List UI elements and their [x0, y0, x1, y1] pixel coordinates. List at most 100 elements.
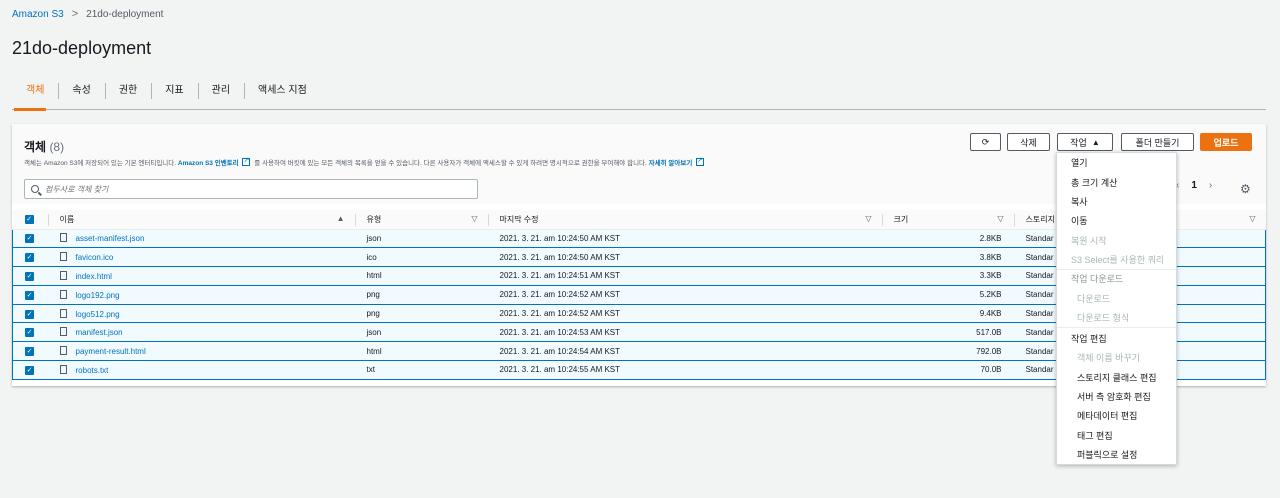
search-input[interactable]	[45, 184, 465, 194]
external-link-icon	[242, 156, 251, 166]
caret-up-icon: ▲	[1091, 137, 1100, 147]
object-link[interactable]: logo192.png	[76, 291, 120, 300]
breadcrumb-amazon-s3[interactable]: Amazon S3	[12, 9, 64, 20]
menu-group-download: 작업 다운로드	[1071, 274, 1124, 284]
menu-item-open[interactable]: 열기	[1071, 156, 1088, 169]
row-checkbox-cell: ✓	[12, 303, 48, 324]
object-link[interactable]: index.html	[76, 272, 112, 281]
breadcrumb-current: 21do-deployment	[86, 8, 164, 20]
tab-access-points[interactable]: 액세스 지점	[244, 80, 321, 102]
menu-group-edit: 작업 편집	[1071, 334, 1107, 344]
modified-cell: 2021. 3. 21. am 10:24:50 AM KST	[487, 247, 882, 268]
search-box	[24, 179, 478, 199]
tab-management[interactable]: 관리	[197, 80, 244, 102]
external-link-icon	[696, 156, 705, 166]
object-link[interactable]: logo512.png	[76, 310, 120, 319]
sort-icon[interactable]: ▽	[1249, 214, 1255, 223]
row-checkbox[interactable]: ✓	[25, 234, 34, 244]
search-icon	[31, 185, 39, 193]
row-checkbox[interactable]: ✓	[25, 253, 34, 263]
name-cell: robots.txt	[47, 360, 355, 380]
column-last-modified[interactable]: 마지막 수정 ▽	[487, 210, 882, 230]
row-checkbox[interactable]: ✓	[25, 347, 34, 357]
object-link[interactable]: asset-manifest.json	[76, 234, 145, 243]
file-icon	[59, 289, 67, 299]
type-cell: html	[354, 266, 488, 286]
name-cell: payment-result.html	[47, 341, 355, 362]
type-cell: png	[354, 303, 488, 324]
menu-item-calc-size[interactable]: 총 크기 계산	[1071, 176, 1117, 189]
actions-button-label: 작업	[1070, 137, 1087, 148]
size-cell: 2.8KB	[881, 228, 1014, 249]
tab-properties[interactable]: 속성	[58, 80, 104, 102]
tab-metrics[interactable]: 지표	[151, 80, 197, 102]
sort-icon[interactable]: ▽	[471, 214, 477, 223]
gear-icon[interactable]: ⚙	[1240, 182, 1251, 196]
chevron-right-icon: >	[71, 8, 79, 20]
column-type[interactable]: 유형 ▽	[354, 210, 488, 230]
row-checkbox[interactable]: ✓	[25, 309, 34, 319]
file-icon	[59, 327, 67, 337]
objects-count: (8)	[49, 140, 65, 154]
type-cell: json	[354, 322, 488, 343]
tab-permissions[interactable]: 권한	[104, 80, 151, 102]
delete-button[interactable]: 삭제	[1007, 133, 1050, 151]
actions-button[interactable]: 작업 ▲	[1057, 133, 1113, 151]
name-cell: logo512.png	[47, 303, 355, 324]
menu-item-encryption[interactable]: 서버 측 암호화 편집	[1077, 390, 1151, 403]
sort-icon[interactable]: ▽	[865, 214, 871, 223]
column-size[interactable]: 크기 ▽	[881, 210, 1014, 230]
next-page-icon[interactable]: ›	[1209, 180, 1212, 191]
modified-cell: 2021. 3. 21. am 10:24:51 AM KST	[487, 266, 882, 286]
menu-item-make-public[interactable]: 퍼블릭으로 설정	[1077, 448, 1137, 461]
size-cell: 5.2KB	[881, 284, 1014, 305]
sort-ascending-icon[interactable]: ▲	[337, 214, 345, 223]
row-checkbox[interactable]: ✓	[25, 365, 34, 375]
name-cell: manifest.json	[47, 322, 355, 343]
object-link[interactable]: favicon.ico	[76, 253, 114, 262]
size-cell: 517.0B	[881, 322, 1014, 343]
page-title: 21do-deployment	[12, 38, 152, 58]
file-icon	[59, 270, 67, 280]
menu-item-move[interactable]: 이동	[1071, 214, 1088, 227]
menu-item-metadata[interactable]: 메타데이터 편집	[1077, 409, 1137, 422]
column-name[interactable]: 이름 ▲	[47, 210, 355, 230]
select-all-checkbox[interactable]: ✓	[24, 215, 34, 225]
object-link[interactable]: manifest.json	[76, 328, 123, 337]
menu-item-storage-class[interactable]: 스토리지 클래스 편집	[1077, 371, 1157, 384]
refresh-icon: ⟳	[981, 136, 990, 147]
row-checkbox[interactable]: ✓	[25, 328, 34, 338]
page-number[interactable]: 1	[1191, 180, 1197, 191]
column-name-label: 이름	[59, 214, 75, 224]
tab-objects[interactable]: 객체	[12, 80, 58, 111]
menu-item-download: 다운로드	[1077, 294, 1111, 304]
tab-bar: 객체 속성 권한 지표 관리 액세스 지점	[12, 80, 1266, 111]
refresh-button[interactable]: ⟳	[970, 133, 1001, 151]
size-cell: 70.0B	[881, 360, 1014, 380]
menu-item-copy[interactable]: 복사	[1071, 195, 1088, 208]
object-link[interactable]: payment-result.html	[76, 347, 146, 356]
row-checkbox[interactable]: ✓	[25, 271, 34, 281]
inventory-link[interactable]: Amazon S3 인벤토리	[178, 160, 239, 167]
create-folder-button[interactable]: 폴더 만들기	[1121, 133, 1194, 151]
size-cell: 9.4KB	[881, 303, 1014, 324]
sort-icon[interactable]: ▽	[997, 214, 1003, 223]
modified-cell: 2021. 3. 21. am 10:24:54 AM KST	[487, 341, 882, 362]
size-cell: 3.3KB	[881, 266, 1014, 286]
object-link[interactable]: robots.txt	[76, 366, 109, 375]
objects-title-label: 객체	[24, 140, 47, 154]
file-icon	[59, 308, 67, 318]
upload-button[interactable]: 업로드	[1200, 133, 1252, 151]
header-checkbox-cell: ✓	[12, 210, 48, 230]
modified-cell: 2021. 3. 21. am 10:24:53 AM KST	[487, 322, 882, 343]
menu-item-tags[interactable]: 태그 편집	[1077, 429, 1113, 442]
menu-item-restore: 복원 시작	[1071, 236, 1107, 246]
menu-item-s3-select: S3 Select를 사용한 쿼리	[1071, 255, 1165, 265]
learn-more-link[interactable]: 자세히 알아보기	[649, 160, 693, 167]
name-cell: favicon.ico	[47, 247, 355, 268]
description-text: 객체는 Amazon S3에 저장되어 있는 기본 엔터티입니다.	[24, 160, 177, 167]
row-checkbox[interactable]: ✓	[25, 290, 34, 300]
row-checkbox-cell: ✓	[12, 266, 48, 286]
name-cell: asset-manifest.json	[47, 228, 355, 249]
type-cell: json	[354, 228, 488, 249]
